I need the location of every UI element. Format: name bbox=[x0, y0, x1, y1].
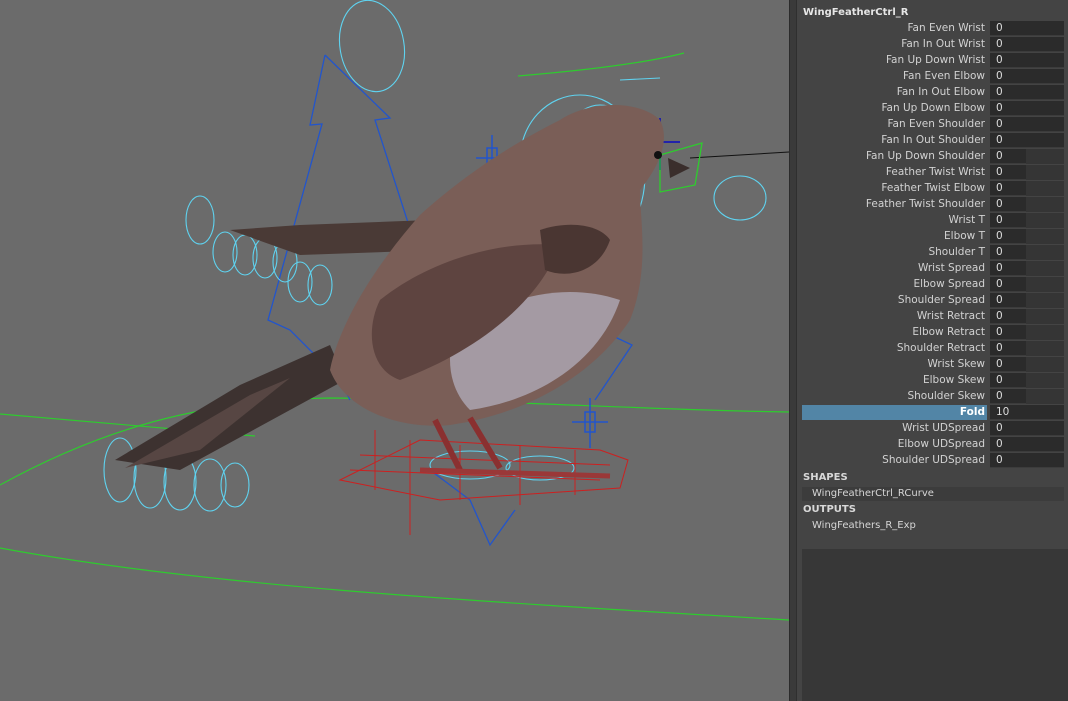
attribute-row[interactable]: Elbow T0 bbox=[802, 229, 1068, 245]
attribute-value-field[interactable]: 0 bbox=[990, 181, 1064, 196]
viewport-scene[interactable] bbox=[0, 0, 789, 701]
3d-viewport[interactable] bbox=[0, 0, 789, 701]
attribute-label[interactable]: Fan In Out Shoulder bbox=[802, 133, 987, 148]
layer-editor-panel[interactable] bbox=[802, 549, 1068, 701]
attribute-label[interactable]: Shoulder Retract bbox=[802, 341, 987, 356]
attribute-row[interactable]: Feather Twist Elbow 0 bbox=[802, 181, 1068, 197]
attribute-value-field[interactable]: 0 bbox=[990, 101, 1064, 116]
attribute-label[interactable]: Fan Even Shoulder bbox=[802, 117, 987, 132]
attribute-row[interactable]: Fan Up Down Shoulder 0 bbox=[802, 149, 1068, 165]
attribute-value-field[interactable]: 0 bbox=[990, 453, 1064, 468]
attribute-row[interactable]: Elbow UDSpread 0 bbox=[802, 437, 1068, 453]
attribute-label[interactable]: Fan In Out Wrist bbox=[802, 37, 987, 52]
nurbs-curve-top[interactable] bbox=[517, 52, 685, 77]
attribute-value-field[interactable]: 0 bbox=[990, 277, 1064, 292]
attribute-row[interactable]: Fan Even Wrist 0 bbox=[802, 21, 1068, 37]
attribute-value-field[interactable]: 0 bbox=[990, 437, 1064, 452]
panel-splitter[interactable] bbox=[789, 0, 797, 701]
attribute-row[interactable]: Elbow Spread 0 bbox=[802, 277, 1068, 293]
attribute-value-field[interactable]: 0 bbox=[990, 21, 1064, 36]
shapes-header: SHAPES bbox=[803, 472, 848, 483]
attribute-row[interactable]: Wrist Skew 0 bbox=[802, 357, 1068, 373]
channel-box: WingFeatherCtrl_R Fan Even Wrist 0 Fan In … bbox=[797, 0, 1068, 701]
attribute-label[interactable]: Elbow UDSpread bbox=[802, 437, 987, 452]
attribute-row[interactable]: Fan Even Shoulder 0 bbox=[802, 117, 1068, 133]
attribute-value-field[interactable]: 0 bbox=[990, 261, 1064, 276]
attribute-value-field[interactable]: 0 bbox=[990, 69, 1064, 84]
attribute-label[interactable]: Fan Even Wrist bbox=[802, 21, 987, 36]
attribute-row[interactable]: Fan In Out Elbow 0 bbox=[802, 85, 1068, 101]
attribute-value-field[interactable]: 0 bbox=[990, 389, 1064, 404]
attribute-value-field[interactable]: 0 bbox=[990, 149, 1064, 164]
shapes-item[interactable]: WingFeatherCtrl_RCurve bbox=[802, 487, 1064, 501]
attribute-label[interactable]: Feather Twist Elbow bbox=[802, 181, 987, 196]
attribute-value-field[interactable]: 0 bbox=[990, 357, 1064, 372]
attribute-value-field[interactable]: 0 bbox=[990, 37, 1064, 52]
attribute-value-field[interactable]: 0 bbox=[990, 293, 1064, 308]
attribute-label[interactable]: Shoulder Skew bbox=[802, 389, 987, 404]
node-name[interactable]: WingFeatherCtrl_R bbox=[803, 7, 908, 18]
attribute-row[interactable]: Elbow Retract 0 bbox=[802, 325, 1068, 341]
attribute-row[interactable]: Shoulder Skew 0 bbox=[802, 389, 1068, 405]
outputs-header: OUTPUTS bbox=[803, 504, 856, 515]
attribute-label[interactable]: Feather Twist Shoulder bbox=[802, 197, 987, 212]
attribute-value-field[interactable]: 0 bbox=[990, 245, 1064, 260]
attribute-label[interactable]: Shoulder UDSpread bbox=[802, 453, 987, 468]
attribute-value-field[interactable]: 0 bbox=[990, 309, 1064, 324]
attribute-value-field[interactable]: 0 bbox=[990, 213, 1064, 228]
attribute-label[interactable]: Wrist Skew bbox=[802, 357, 987, 372]
attribute-value-field[interactable]: 10 bbox=[990, 405, 1064, 420]
attribute-value-field[interactable]: 0 bbox=[990, 197, 1064, 212]
attribute-value-field[interactable]: 0 bbox=[990, 373, 1064, 388]
attribute-label[interactable]: Elbow Spread bbox=[802, 277, 987, 292]
attribute-row[interactable]: Fold 10 bbox=[802, 405, 1068, 421]
attribute-label[interactable]: Fold bbox=[802, 405, 987, 420]
attribute-value-field[interactable]: 0 bbox=[990, 229, 1064, 244]
attribute-row[interactable]: Fan Up Down Elbow 0 bbox=[802, 101, 1068, 117]
bird-model[interactable] bbox=[115, 105, 690, 479]
attribute-label[interactable]: Wrist T bbox=[802, 213, 987, 228]
attribute-label[interactable]: Wrist UDSpread bbox=[802, 421, 987, 436]
attribute-label[interactable]: Shoulder T bbox=[802, 245, 987, 260]
nurbs-curve-bottom[interactable] bbox=[0, 547, 789, 621]
attribute-row[interactable]: Shoulder Spread 0 bbox=[802, 293, 1068, 309]
attribute-row[interactable]: Wrist T0 bbox=[802, 213, 1068, 229]
attribute-row[interactable]: Fan Even Elbow 0 bbox=[802, 69, 1068, 85]
attribute-label[interactable]: Elbow Skew bbox=[802, 373, 987, 388]
attribute-row[interactable]: Wrist Spread 0 bbox=[802, 261, 1068, 277]
attribute-value-field[interactable]: 0 bbox=[990, 421, 1064, 436]
attribute-value-field[interactable]: 0 bbox=[990, 133, 1064, 148]
attribute-label[interactable]: Wrist Retract bbox=[802, 309, 987, 324]
attribute-label[interactable]: Fan In Out Elbow bbox=[802, 85, 987, 100]
attribute-label[interactable]: Elbow T bbox=[802, 229, 987, 244]
attribute-row[interactable]: Elbow Skew 0 bbox=[802, 373, 1068, 389]
attribute-list: Fan Even Wrist 0 Fan In Out Wrist 0 Fan Up D… bbox=[802, 21, 1068, 469]
aim-line bbox=[689, 151, 789, 159]
attribute-row[interactable]: Wrist UDSpread 0 bbox=[802, 421, 1068, 437]
attribute-value-field[interactable]: 0 bbox=[990, 325, 1064, 340]
attribute-row[interactable]: Shoulder Retract 0 bbox=[802, 341, 1068, 357]
attribute-label[interactable]: Fan Up Down Elbow bbox=[802, 101, 987, 116]
attribute-value-field[interactable]: 0 bbox=[990, 341, 1064, 356]
attribute-row[interactable]: Fan In Out Wrist 0 bbox=[802, 37, 1068, 53]
attribute-label[interactable]: Shoulder Spread bbox=[802, 293, 987, 308]
attribute-row[interactable]: Feather Twist Wrist 0 bbox=[802, 165, 1068, 181]
attribute-value-field[interactable]: 0 bbox=[990, 117, 1064, 132]
attribute-row[interactable]: Fan In Out Shoulder 0 bbox=[802, 133, 1068, 149]
attribute-value-field[interactable]: 0 bbox=[990, 85, 1064, 100]
attribute-row[interactable]: Wrist Retract 0 bbox=[802, 309, 1068, 325]
attribute-row[interactable]: Feather Twist Shoulder 0 bbox=[802, 197, 1068, 213]
attribute-label[interactable]: Fan Up Down Shoulder bbox=[802, 149, 987, 164]
attribute-label[interactable]: Elbow Retract bbox=[802, 325, 987, 340]
attribute-label[interactable]: Fan Even Elbow bbox=[802, 69, 987, 84]
attribute-row[interactable]: Shoulder UDSpread 0 bbox=[802, 453, 1068, 469]
attribute-row[interactable]: Shoulder T0 bbox=[802, 245, 1068, 261]
attribute-label[interactable]: Wrist Spread bbox=[802, 261, 987, 276]
attribute-label[interactable]: Feather Twist Wrist bbox=[802, 165, 987, 180]
outputs-item[interactable]: WingFeathers_R_Exp bbox=[802, 519, 1064, 533]
attribute-row[interactable]: Fan Up Down Wrist 0 bbox=[802, 53, 1068, 69]
attribute-label[interactable]: Fan Up Down Wrist bbox=[802, 53, 987, 68]
attribute-value-field[interactable]: 0 bbox=[990, 165, 1064, 180]
attribute-value-field[interactable]: 0 bbox=[990, 53, 1064, 68]
